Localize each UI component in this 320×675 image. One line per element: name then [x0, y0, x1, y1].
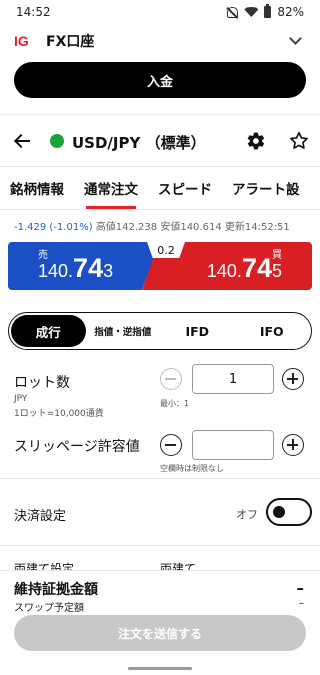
divider [0, 545, 320, 546]
order-type-selector: 成行 指値・逆指値 IFD IFO [8, 312, 312, 350]
lot-currency: JPY [14, 394, 28, 404]
settlement-toggle[interactable] [266, 498, 312, 526]
order-type-limit-stop[interactable]: 指値・逆指値 [86, 315, 161, 347]
tab-label: スピード [158, 182, 212, 198]
margin-value: – [296, 579, 305, 597]
sell-price-main: 140. [38, 261, 74, 281]
account-title: FX口座 [46, 34, 95, 50]
lot-min-hint: 最小：1 [160, 399, 190, 408]
status-icons: 82% [227, 4, 304, 19]
gear-icon[interactable] [246, 131, 266, 151]
price-panel: 売 140.743 買 140.745 0.2 [8, 242, 312, 290]
tab-normal-order[interactable]: 通常注文 [74, 167, 148, 209]
instrument-name: USD/JPY （標準） [72, 134, 206, 152]
slippage-label: スリッページ許容値 [14, 439, 140, 455]
slippage-decrement-button[interactable] [160, 434, 182, 456]
lot-decrement-button[interactable] [160, 368, 182, 390]
status-bar: 14:52 82% [0, 0, 320, 24]
buy-price-pip: 5 [271, 261, 282, 281]
slippage-input[interactable] [192, 430, 274, 460]
minus-icon [165, 378, 176, 380]
buy-price-big: 74 [241, 253, 272, 283]
buy-price: 140.745 [207, 253, 282, 284]
price-stats: -1.429 (-1.01%) 高値142.238 安値140.614 更新14… [14, 218, 290, 233]
sell-price: 140.743 [38, 253, 113, 284]
tab-label: 通常注文 [84, 182, 138, 198]
settlement-label: 決済設定 [14, 509, 67, 524]
star-icon[interactable] [288, 130, 310, 152]
divider [0, 478, 320, 479]
price-change: -1.429 (-1.01%) [14, 222, 93, 233]
plus-icon-v [292, 439, 294, 450]
spread-badge: 0.2 [147, 242, 185, 258]
chevron-down-icon[interactable] [289, 32, 302, 45]
slippage-hint: 空欄時は制限なし [160, 464, 224, 473]
status-time: 14:52 [16, 5, 51, 19]
slippage-increment-button[interactable] [282, 434, 304, 456]
toggle-knob [273, 506, 285, 518]
ig-logo: IG [14, 33, 29, 49]
tab-instrument-info[interactable]: 銘柄情報 [0, 167, 74, 209]
settlement-state: オフ [236, 508, 258, 521]
back-arrow-icon[interactable] [14, 132, 32, 150]
plus-icon-v [292, 373, 294, 384]
margin-panel: 維持証拠金額 – スワップ予定額 – 注文を送信する [0, 570, 320, 675]
deposit-button[interactable]: 入金 [14, 62, 306, 98]
swap-label: スワップ予定額 [14, 603, 84, 614]
hedge-setting-label: 両建て設定 [14, 562, 75, 570]
sell-price-big: 74 [73, 253, 104, 283]
battery-percent: 82% [277, 5, 304, 19]
hedge-setting-value: 両建て [160, 562, 197, 570]
tab-alert[interactable]: アラート設 [222, 167, 310, 209]
tab-label: アラート設 [232, 182, 300, 198]
order-type-ifo[interactable]: IFO [235, 315, 310, 347]
tab-bar: 銘柄情報 通常注文 スピード アラート設 [0, 166, 320, 210]
market-status-indicator [50, 134, 64, 148]
minus-icon [165, 444, 176, 446]
app-header[interactable]: IG FX口座 [0, 28, 320, 54]
swap-value: – [299, 598, 304, 609]
divider [0, 114, 320, 115]
notifications-off-icon [227, 6, 239, 18]
order-type-ifd[interactable]: IFD [160, 315, 235, 347]
sell-price-button[interactable]: 売 140.743 [8, 242, 160, 290]
buy-price-main: 140. [206, 261, 242, 281]
submit-order-button[interactable]: 注文を送信する [14, 615, 306, 651]
low-price: 安値140.614 [160, 222, 222, 233]
sell-price-pip: 3 [103, 261, 114, 281]
wifi-icon [244, 7, 259, 17]
updated-time: 更新14:52:51 [224, 222, 290, 233]
home-indicator[interactable] [128, 667, 192, 670]
lot-increment-button[interactable] [282, 368, 304, 390]
high-price: 高値142.238 [95, 222, 158, 233]
tab-label: 銘柄情報 [10, 182, 64, 198]
battery-icon [264, 4, 272, 18]
margin-label: 維持証拠金額 [14, 582, 98, 598]
tab-speed[interactable]: スピード [148, 167, 222, 209]
order-type-market[interactable]: 成行 [11, 315, 86, 347]
lot-quantity-input[interactable]: 1 [192, 364, 274, 394]
instrument-bar: USD/JPY （標準） [0, 124, 320, 158]
lot-unit-note: 1ロット=10,000通貨 [14, 409, 104, 419]
lot-label: ロット数 [14, 375, 70, 391]
